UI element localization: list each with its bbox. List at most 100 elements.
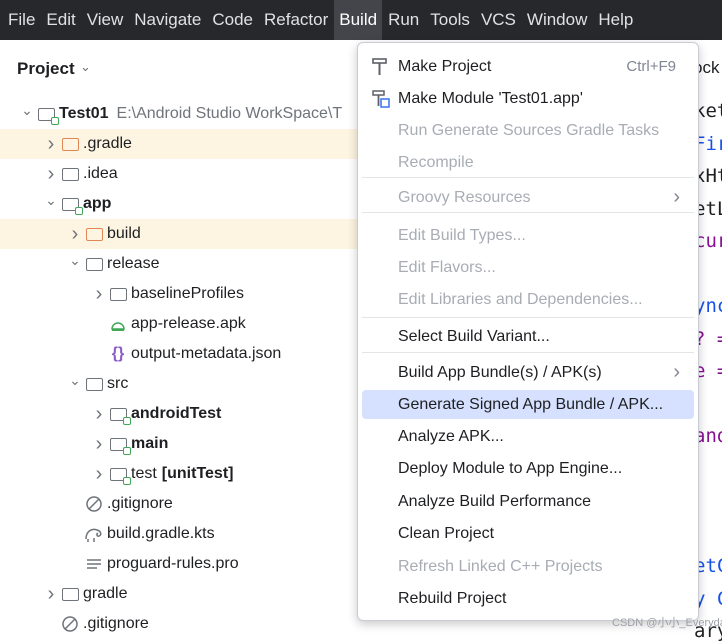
folder-orange-icon [60,135,80,153]
chevron-down-icon[interactable]: ⌄ [44,192,58,209]
chevron-right-icon[interactable]: › [68,223,82,246]
tree-item[interactable]: › main [0,429,361,459]
chevron-down-icon[interactable]: ⌄ [20,102,34,119]
chevron-right-icon: › [673,186,680,208]
tree-item-label: build [107,225,141,242]
folder-orange-icon [84,225,104,243]
hammer-icon [371,57,391,77]
module-folder-icon [60,195,83,215]
tree-item-label: src [107,375,129,392]
menu-refactor[interactable]: Refactor [259,0,333,40]
menu-item-edit-build-types[interactable]: Edit Build Types... [362,221,694,250]
menu-separator [362,317,694,318]
tree-item-label: release [107,255,160,272]
menu-separator [362,212,694,213]
menu-item-label: Recompile [398,153,474,171]
tree-item[interactable]: › .idea [0,159,361,189]
menu-item-recompile[interactable]: Recompile [362,148,694,177]
menu-item-run-generate-sources-gradle-tasks[interactable]: Run Generate Sources Gradle Tasks [362,116,694,145]
menu-item-groovy-resources[interactable]: Groovy Resources › [362,183,694,212]
ignore-icon [84,495,104,513]
build-menu: Make Project Ctrl+F9 Make Module 'Test01.a… [357,42,699,621]
menu-help[interactable]: Help [593,0,638,40]
chevron-down-icon[interactable]: ⌄ [68,372,82,389]
menu-file[interactable]: File [3,0,40,40]
tree-item-label: Test01 [59,105,109,122]
folder-icon [84,255,104,273]
ignore-icon [60,615,80,633]
menu-navigate[interactable]: Navigate [129,0,206,40]
menu-item-select-build-variant[interactable]: Select Build Variant... [362,322,694,351]
tree-item[interactable]: proguard-rules.pro [0,549,361,579]
tree-item-label: app [83,195,112,212]
folder-icon [84,375,104,393]
module-folder-icon [108,405,131,425]
menu-item-label: Edit Flavors... [398,258,496,276]
chevron-right-icon[interactable]: › [92,463,106,486]
tree-item[interactable]: › .gradle [0,129,361,159]
menu-view[interactable]: View [82,0,129,40]
chevron-down-icon[interactable]: ⌄ [68,252,82,269]
menu-item-build-app-bundle-s-apk-s[interactable]: Build App Bundle(s) / APK(s) › [362,358,694,387]
menu-code[interactable]: Code [207,0,258,40]
menu-item-analyze-apk[interactable]: Analyze APK... [362,422,694,451]
tree-item[interactable]: ⌄ Test01 E:\Android Studio WorkSpace\T [0,99,361,129]
chevron-right-icon[interactable]: › [92,403,106,426]
tree-item[interactable]: › baselineProfiles [0,279,361,309]
menu-item-generate-signed-app-bundle-apk[interactable]: Generate Signed App Bundle / APK... [362,390,694,419]
menu-separator [362,352,694,353]
menu-tools[interactable]: Tools [425,0,475,40]
chevron-right-icon[interactable]: › [44,583,58,606]
menu-item-label: Analyze Build Performance [398,492,591,510]
menu-item-label: Analyze APK... [398,427,504,445]
menu-item-rebuild-project[interactable]: Rebuild Project [362,584,694,613]
menu-item-shortcut: Ctrl+F9 [626,58,676,75]
tree-item[interactable]: .gitignore [0,609,361,639]
menu-item-analyze-build-performance[interactable]: Analyze Build Performance [362,487,694,516]
tree-item-label: .gitignore [83,615,149,632]
menu-item-edit-flavors[interactable]: Edit Flavors... [362,253,694,282]
menu-item-label: Clean Project [398,524,495,542]
menu-item-label: Deploy Module to App Engine... [398,459,623,477]
tree-item-label: baselineProfiles [131,285,244,302]
menu-item-label: Select Build Variant... [398,327,550,345]
menu-item-edit-libraries-and-dependencies[interactable]: Edit Libraries and Dependencies... [362,285,694,314]
chevron-right-icon[interactable]: › [92,283,106,306]
menu-item-make-module-test01-app[interactable]: Make Module 'Test01.app' [362,84,694,113]
tree-item[interactable]: › gradle [0,579,361,609]
watermark: CSDN @小小_Everyday [612,617,722,629]
tree-item[interactable]: app-release.apk [0,309,361,339]
tree-item[interactable]: ⌄ release [0,249,361,279]
tree-item-label: .gitignore [107,495,173,512]
chevron-right-icon[interactable]: › [44,133,58,156]
chevron-right-icon[interactable]: › [44,163,58,186]
tree-item-label: main [131,435,169,452]
tree-item[interactable]: build.gradle.kts [0,519,361,549]
menu-item-refresh-linked-c-projects[interactable]: Refresh Linked C++ Projects [362,552,694,581]
tree-item-label: gradle [83,585,128,602]
apk-icon [108,315,128,333]
menu-build[interactable]: Build [334,0,383,40]
tree-item[interactable]: ⌄ app [0,189,361,219]
menu-run[interactable]: Run [383,0,424,40]
menu-window[interactable]: Window [522,0,592,40]
tree-item[interactable]: › androidTest [0,399,361,429]
menu-edit[interactable]: Edit [41,0,80,40]
menu-item-clean-project[interactable]: Clean Project [362,519,694,548]
module-folder-icon [108,465,131,485]
tree-item[interactable]: › test [unitTest] [0,459,361,489]
menu-vcs[interactable]: VCS [476,0,521,40]
menu-item-label: Edit Libraries and Dependencies... [398,290,643,308]
tree-item[interactable]: › build [0,219,361,249]
chevron-down-icon[interactable]: ⌄ [80,59,91,75]
menu-item-make-project[interactable]: Make Project Ctrl+F9 [362,52,694,81]
chevron-right-icon[interactable]: › [92,433,106,456]
tree-item[interactable]: {} output-metadata.json [0,339,361,369]
tree-item[interactable]: .gitignore [0,489,361,519]
menu-item-label: Build App Bundle(s) / APK(s) [398,363,602,381]
tree-item[interactable]: ⌄ src [0,369,361,399]
menu-item-deploy-module-to-app-engine[interactable]: Deploy Module to App Engine... [362,454,694,483]
menu-item-label: Generate Signed App Bundle / APK... [398,395,664,413]
make-module-icon [371,89,391,109]
project-panel-title[interactable]: Project [17,59,75,79]
